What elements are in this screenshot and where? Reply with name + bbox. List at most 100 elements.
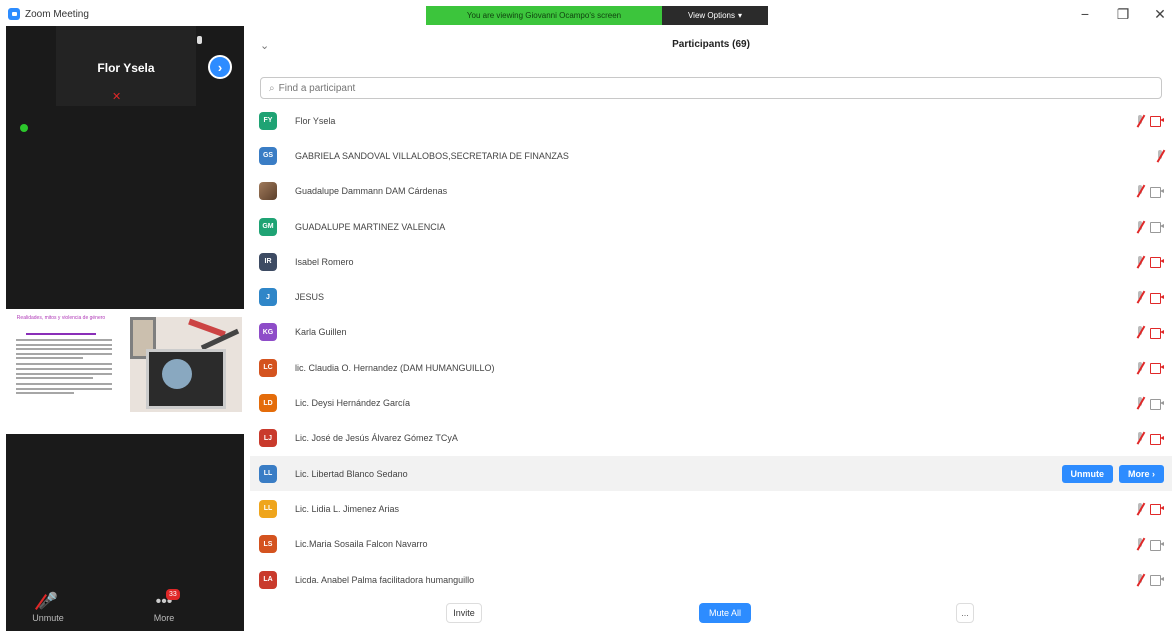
video-camera-icon xyxy=(1150,539,1164,551)
slide-body-text xyxy=(16,339,112,397)
participant-row[interactable]: LA Licda. Anabel Palma facilitadora human… xyxy=(250,562,1172,597)
participant-row[interactable]: LJ Lic. José de Jesús Álvarez Gómez TCyA xyxy=(250,421,1172,456)
participant-status xyxy=(1136,291,1164,304)
screen-share-banner: You are viewing Giovanni Ocampo's screen… xyxy=(426,6,768,25)
search-input[interactable] xyxy=(278,82,1161,94)
microphone-muted-icon xyxy=(1136,502,1144,515)
speaker-name: Flor Ysela xyxy=(97,61,155,75)
participant-status: Unmute More › xyxy=(1061,464,1164,483)
participant-name: Guadalupe Dammann DAM Cárdenas xyxy=(295,186,448,197)
participant-status xyxy=(1136,220,1164,234)
more-dots-icon: ••• 33 xyxy=(134,589,194,613)
speaker-tile[interactable]: Flor Ysela ✕ xyxy=(56,26,202,106)
participant-name: Karla Guillen xyxy=(295,327,347,338)
participant-status xyxy=(1156,149,1164,162)
participant-name: Lic.Maria Sosaila Falcon Navarro xyxy=(295,539,428,550)
view-options-button[interactable]: View Options ▾ xyxy=(662,6,768,25)
participant-row[interactable]: IR Isabel Romero xyxy=(250,244,1172,279)
participant-status xyxy=(1136,185,1164,198)
close-button[interactable]: ✕ xyxy=(1150,6,1170,23)
video-camera-icon xyxy=(1150,575,1164,587)
participant-avatar: GM xyxy=(259,217,277,236)
participant-name: Licda. Anabel Palma facilitadora humangu… xyxy=(295,574,475,585)
participant-status xyxy=(1136,326,1164,339)
restore-button[interactable]: ❐ xyxy=(1113,6,1133,23)
microphone-muted-icon xyxy=(1136,291,1144,303)
participant-name: Flor Ysela xyxy=(295,115,336,126)
microphone-muted-icon xyxy=(1136,185,1144,197)
participant-row[interactable]: LL Lic. Libertad Blanco Sedano Unmute More … xyxy=(250,456,1172,492)
app-title-area: Zoom Meeting xyxy=(8,8,89,20)
video-off-icon xyxy=(1150,363,1164,375)
video-camera-icon xyxy=(1150,398,1164,410)
app-title: Zoom Meeting xyxy=(25,8,89,20)
participant-row[interactable]: KG Karla Guillen xyxy=(250,315,1172,350)
slide-illustration xyxy=(130,317,242,412)
participant-row[interactable]: LS Lic.Maria Sosaila Falcon Navarro xyxy=(250,527,1172,562)
participant-name: Isabel Romero xyxy=(295,256,354,267)
participant-status xyxy=(1136,255,1164,269)
participants-title: Participants (69) xyxy=(672,39,750,50)
more-options-button[interactable]: ... xyxy=(956,603,974,623)
mute-all-button[interactable]: Mute All xyxy=(699,603,751,623)
invite-button[interactable]: Invite xyxy=(446,603,482,623)
participant-name: GABRIELA SANDOVAL VILLALOBOS,SECRETARIA … xyxy=(295,150,569,161)
participant-avatar: J xyxy=(259,288,277,307)
participant-row[interactable]: LD Lic. Deysi Hernández García xyxy=(250,385,1172,420)
microphone-muted-icon xyxy=(1136,538,1144,550)
participant-row[interactable]: LL Lic. Lidia L. Jimenez Arias xyxy=(250,491,1172,526)
microphone-muted-icon xyxy=(1136,255,1144,268)
share-banner-text: You are viewing Giovanni Ocampo's screen xyxy=(426,6,662,25)
participant-more-button[interactable]: More › xyxy=(1119,464,1164,483)
participant-row[interactable]: GM GUADALUPE MARTINEZ VALENCIA xyxy=(250,209,1172,244)
participant-avatar: LD xyxy=(259,394,277,413)
microphone-muted-icon xyxy=(1136,397,1144,409)
microphone-muted-icon xyxy=(1136,432,1144,444)
participant-avatar: LL xyxy=(259,464,277,483)
video-panel: Flor Ysela ✕ › Realidades, mitos y viole… xyxy=(6,26,244,631)
shared-screen: Realidades, mitos y violencia de género xyxy=(6,309,244,434)
participant-row[interactable]: GS GABRIELA SANDOVAL VILLALOBOS,SECRETARI… xyxy=(250,138,1172,173)
participant-name: JESUS xyxy=(295,292,325,303)
participant-name: Lic. Lidia L. Jimenez Arias xyxy=(295,503,400,514)
participant-status xyxy=(1136,502,1164,516)
participant-avatar: FY xyxy=(259,111,277,130)
slide-title: Realidades, mitos y violencia de género xyxy=(16,315,106,321)
minimize-button[interactable]: − xyxy=(1075,6,1095,22)
participant-photo xyxy=(259,182,277,201)
participants-panel: ⌄ Participants (69) ⌕ FY Flor Ysela GS GABR… xyxy=(250,30,1172,631)
next-page-button[interactable]: › xyxy=(208,55,232,79)
participant-search[interactable]: ⌕ xyxy=(260,77,1162,99)
participant-row[interactable]: FY Flor Ysela xyxy=(250,103,1172,138)
participant-avatar: KG xyxy=(259,323,277,342)
more-control[interactable]: ••• 33 More xyxy=(134,589,194,623)
video-off-icon xyxy=(1150,504,1164,516)
participant-avatar: LL xyxy=(259,499,277,518)
microphone-muted-icon xyxy=(1136,114,1144,127)
participant-status xyxy=(1136,361,1164,375)
participant-avatar: LC xyxy=(259,358,277,377)
video-camera-icon xyxy=(1150,186,1164,198)
notification-badge: 33 xyxy=(166,589,180,600)
unmute-control[interactable]: 🎤 Unmute xyxy=(18,591,78,623)
video-off-icon xyxy=(1150,327,1164,339)
participant-row[interactable]: J JESUS xyxy=(250,280,1172,315)
participant-row[interactable]: LC lic. Claudia O. Hernandez (DAM HUMANGU… xyxy=(250,350,1172,385)
zoom-window: Zoom Meeting You are viewing Giovanni Oc… xyxy=(0,0,1172,631)
participant-avatar: GS xyxy=(259,146,277,165)
video-off-icon xyxy=(1150,292,1164,304)
participant-status xyxy=(1136,114,1164,128)
participant-status xyxy=(1136,573,1164,587)
microphone-muted-icon xyxy=(1156,149,1164,162)
unmute-label: Unmute xyxy=(32,613,64,623)
slide-divider xyxy=(26,333,96,335)
status-dot-icon xyxy=(20,124,28,132)
microphone-muted-icon xyxy=(1136,326,1144,338)
more-label: More xyxy=(153,613,175,623)
participant-unmute-button[interactable]: Unmute xyxy=(1061,464,1113,483)
participant-avatar: LS xyxy=(259,535,277,554)
participant-avatar: IR xyxy=(259,252,277,271)
participant-status xyxy=(1136,397,1164,410)
participant-avatar: LJ xyxy=(259,429,277,448)
participant-row[interactable]: Guadalupe Dammann DAM Cárdenas xyxy=(250,174,1172,209)
